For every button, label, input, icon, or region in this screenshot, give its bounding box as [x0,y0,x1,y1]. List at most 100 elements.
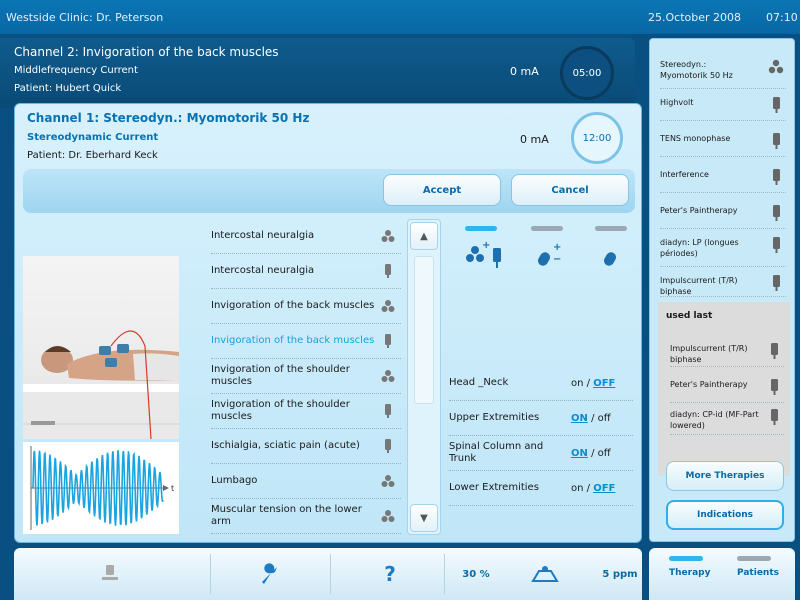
mode-tabs: Therapy Patients [649,548,795,600]
electrode-pad-icon [381,439,395,453]
channel-2-timer[interactable]: 05:00 [560,46,614,100]
toolbar-divider [330,554,331,594]
list-item[interactable]: Intercostal neuralgia [211,219,401,254]
sidebar-channel-item[interactable]: TENS monophase [660,133,786,157]
channel-sidebar: Stereodyn.: Myomotorik 50 Hz Highvolt TE… [649,38,795,542]
therapy-list: Intercostal neuralgia Intercostal neural… [211,219,401,534]
list-item[interactable]: Ischialgia, sciatic pain (acute) [211,429,401,464]
patients-tab-indicator [737,556,771,561]
therapy-tab-indicator [669,556,703,561]
sidebar-channel-item[interactable]: Impulscurrent (T/R) biphase [660,275,786,297]
more-therapies-button[interactable]: More Therapies [666,461,784,491]
intensity-percent: 30 % [462,568,490,580]
tab-therapy[interactable]: Therapy [669,568,710,578]
dialog-title: Channel 1: Stereodyn.: Myomotorik 50 Hz [27,111,310,125]
electrode-pad-icon [768,205,784,221]
indication-toggle[interactable]: on / OFF [571,483,615,494]
wave-axis-label: t [171,484,174,493]
indication-toggle[interactable]: on / OFF [571,378,615,389]
channel-2-panel[interactable]: Channel 2: Invigoration of the back musc… [0,38,635,108]
used-last-item[interactable]: Peter's Paintherapy [670,379,784,403]
list-scrollbar[interactable]: ▲ ▼ [407,219,441,535]
electrode-pad-icon [768,237,784,253]
electrode-cluster-icon [381,229,395,243]
channel-2-intensity: 0 mA [510,65,539,78]
dialog-patient: Patient: Dr. Eberhard Keck [27,150,158,161]
used-last-item[interactable]: Impulscurrent (T/R) biphase [670,343,784,367]
electrode-cluster-icon [381,474,395,488]
electrode-pad-icon [766,379,782,395]
sidebar-channel-item[interactable]: Stereodyn.: Myomotorik 50 Hz [660,59,786,89]
dialog-intensity: 0 mA [520,133,549,146]
chevron-down-icon: ▼ [420,512,428,524]
electrode-pad-icon [766,343,782,359]
electrode-cluster-icon [381,369,395,383]
electrode-pad-icon [768,97,784,113]
date-display: 25.October 2008 [648,11,742,24]
used-last-item[interactable]: diadyn: CP-id (MF-Part lowered) [670,409,784,435]
channel-2-patient: Patient: Hubert Quick [14,83,122,94]
list-item[interactable]: Muscular tension on the lower arm [211,499,401,534]
list-item[interactable]: Invigoration of the back muscles [211,289,401,324]
toolbar-divider [444,554,445,594]
list-item-selected[interactable]: Invigoration of the back muscles [211,324,401,359]
chevron-up-icon: ▲ [420,230,428,242]
dialog-header: Channel 1: Stereodyn.: Myomotorik 50 Hz … [15,104,641,166]
wrench-icon[interactable] [250,562,290,586]
list-item[interactable]: Invigoration of the shoulder muscles [211,359,401,394]
sidebar-channel-item[interactable]: Interference [660,169,786,193]
sidebar-channel-item[interactable]: Peter's Paintherapy [660,205,786,229]
plus-sign: + [482,240,491,251]
indication-row-lower-extremities: Lower Extremities on / OFF [449,471,633,506]
electrode-pad-icon [381,404,395,418]
electrode-indicator [531,226,563,231]
electrode-single-icon[interactable] [601,242,629,276]
electrode-pad-icon [768,275,784,291]
indication-row-head-neck: Head _Neck on / OFF [449,366,633,401]
ramp-icon[interactable] [528,562,562,586]
used-last-title: used last [666,311,713,321]
help-icon[interactable]: ? [370,562,410,586]
rate-display: 5 ppm [602,568,638,580]
scroll-thumb[interactable] [414,256,434,404]
indication-toggles: Head _Neck on / OFF Upper Extremities ON… [449,366,633,506]
electrode-selector-indicators [463,226,633,234]
channel-2-title: Channel 2: Invigoration of the back musc… [14,45,279,59]
time-display: 07:10 [766,11,798,24]
electrode-cluster-icon [381,299,395,313]
dialog-current: Stereodynamic Current [27,132,159,143]
electrode-indicator [595,226,627,231]
therapy-dialog: Channel 1: Stereodyn.: Myomotorik 50 Hz … [14,103,642,543]
toolbar-divider [210,554,211,594]
electrode-indicator-active [465,226,497,231]
dialog-button-bar: Accept Cancel [23,169,635,213]
indication-toggle[interactable]: ON / off [571,413,611,424]
electrode-selector: + + − [463,240,633,272]
cancel-button[interactable]: Cancel [511,174,629,206]
status-bar: Westside Clinic: Dr. Peterson 25.October… [0,0,800,34]
dialog-timer[interactable]: 12:00 [571,112,623,164]
indication-row-upper-extremities: Upper Extremities ON / off [449,401,633,436]
channel-2-current: Middlefrequency Current [14,65,138,76]
electrode-pad-icon [381,264,395,278]
clinic-title: Westside Clinic: Dr. Peterson [6,11,164,24]
sidebar-channel-item[interactable]: diadyn: LP (longues périodes) [660,237,786,267]
electrode-pad-icon [766,409,782,425]
electrode-stand-icon[interactable] [90,562,130,586]
scroll-up-button[interactable]: ▲ [410,222,438,250]
list-item[interactable]: Invigoration of the shoulder muscles [211,394,401,429]
waveform-chart: t [23,442,179,534]
indications-button[interactable]: Indications [666,500,784,530]
accept-button[interactable]: Accept [383,174,501,206]
electrode-pad-icon [768,169,784,185]
electrode-cluster-icon [768,59,784,75]
bottom-toolbar: ? 30 % 5 ppm [14,548,642,600]
scroll-down-button[interactable]: ▼ [410,504,438,532]
list-item[interactable]: Intercostal neuralgia [211,254,401,289]
electrode-pad-icon [381,334,395,348]
tab-patients[interactable]: Patients [737,568,779,578]
sidebar-channel-item[interactable]: Highvolt [660,97,786,121]
electrode-cluster-icon [381,509,395,523]
indication-toggle[interactable]: ON / off [571,448,611,459]
list-item[interactable]: Lumbago [211,464,401,499]
